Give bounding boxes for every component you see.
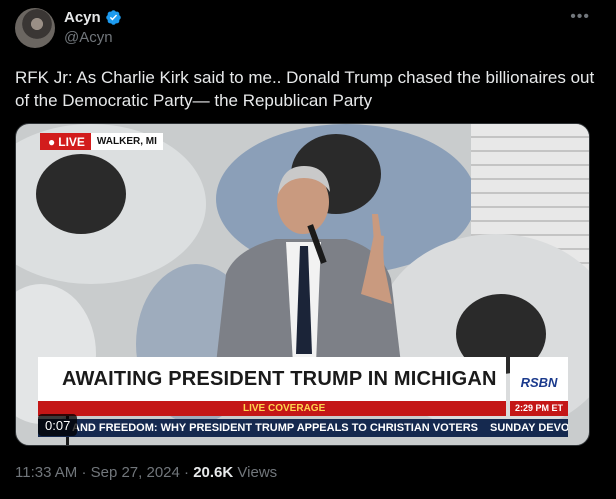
live-label: LIVE [58, 135, 85, 149]
meta-separator: · [81, 464, 87, 481]
speaker-figure [216, 166, 401, 364]
lower-third-banner: AWAITING PRESIDENT TRUMP IN MICHIGAN [38, 357, 506, 401]
views-label: Views [237, 464, 278, 481]
verified-badge-icon [105, 10, 121, 25]
live-badge: ● LIVE WALKER, MI [40, 133, 163, 150]
views-count: 20.6K [193, 464, 234, 481]
live-dot-icon: ● [48, 135, 56, 149]
news-ticker: AND FREEDOM: WHY PRESIDENT TRUMP APPEALS… [38, 419, 568, 437]
video-player[interactable]: ● LIVE WALKER, MI AWAITING PRESIDENT TRUM… [15, 123, 590, 446]
network-logo: RSBN [520, 375, 558, 390]
live-coverage-strip: LIVE COVERAGE [38, 401, 506, 416]
meta-separator: · [184, 464, 190, 481]
tweet-meta: 11:33 AM · Sep 27, 2024 · 20.6K Views [15, 464, 277, 481]
coverage-text: LIVE COVERAGE [243, 403, 326, 414]
author-name-row[interactable]: Acyn [64, 9, 122, 26]
tweet-text: RFK Jr: As Charlie Kirk said to me.. Don… [15, 68, 595, 110]
author-avatar[interactable] [15, 8, 55, 48]
tweet-date[interactable]: Sep 27, 2024 [91, 464, 180, 481]
broadcast-time: 2:29 PM ET [510, 401, 568, 416]
author-name[interactable]: Acyn [64, 9, 101, 26]
banner-text: AWAITING PRESIDENT TRUMP IN MICHIGAN [62, 367, 497, 390]
location-label: WALKER, MI [90, 133, 163, 150]
video-duration: 0:07 [38, 414, 78, 436]
author-handle[interactable]: @Acyn [64, 29, 113, 46]
tweet-time[interactable]: 11:33 AM [15, 464, 77, 481]
more-icon[interactable]: ••• [570, 8, 590, 26]
ticker-next: SUNDAY DEVOT [490, 422, 568, 434]
network-logo-box: RSBN 2:29 PM ET [510, 357, 568, 416]
ticker-main: AND FREEDOM: WHY PRESIDENT TRUMP APPEALS… [72, 422, 479, 434]
